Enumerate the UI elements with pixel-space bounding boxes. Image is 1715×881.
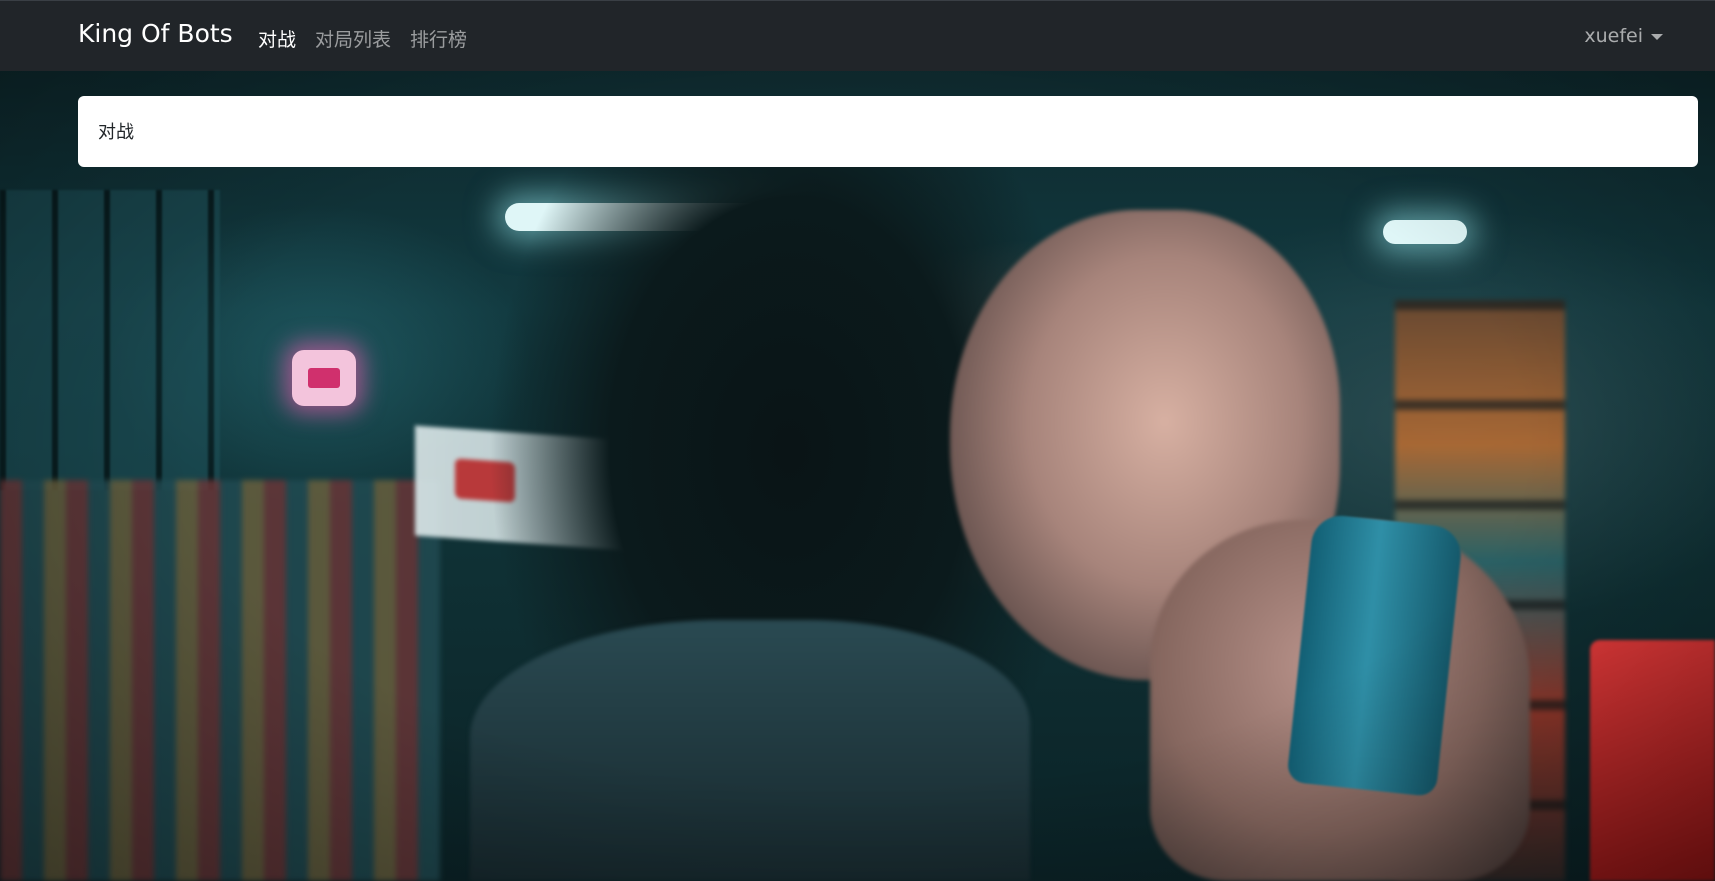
nav-link-record-list[interactable]: 对局列表 <box>315 25 391 52</box>
user-dropdown[interactable]: xuefei <box>1584 25 1663 47</box>
caret-down-icon <box>1651 34 1663 40</box>
top-navbar: King Of Bots 对战 对局列表 排行榜 xuefei <box>0 0 1715 71</box>
nav-link-pk[interactable]: 对战 <box>258 25 296 52</box>
brand-link[interactable]: King Of Bots <box>78 19 233 48</box>
card-body-text: 对战 <box>98 122 134 143</box>
content-card: 对战 <box>78 96 1698 167</box>
user-name: xuefei <box>1584 25 1643 47</box>
nav-link-ranklist[interactable]: 排行榜 <box>410 25 467 52</box>
nav-links: 对战 对局列表 排行榜 <box>258 25 467 52</box>
